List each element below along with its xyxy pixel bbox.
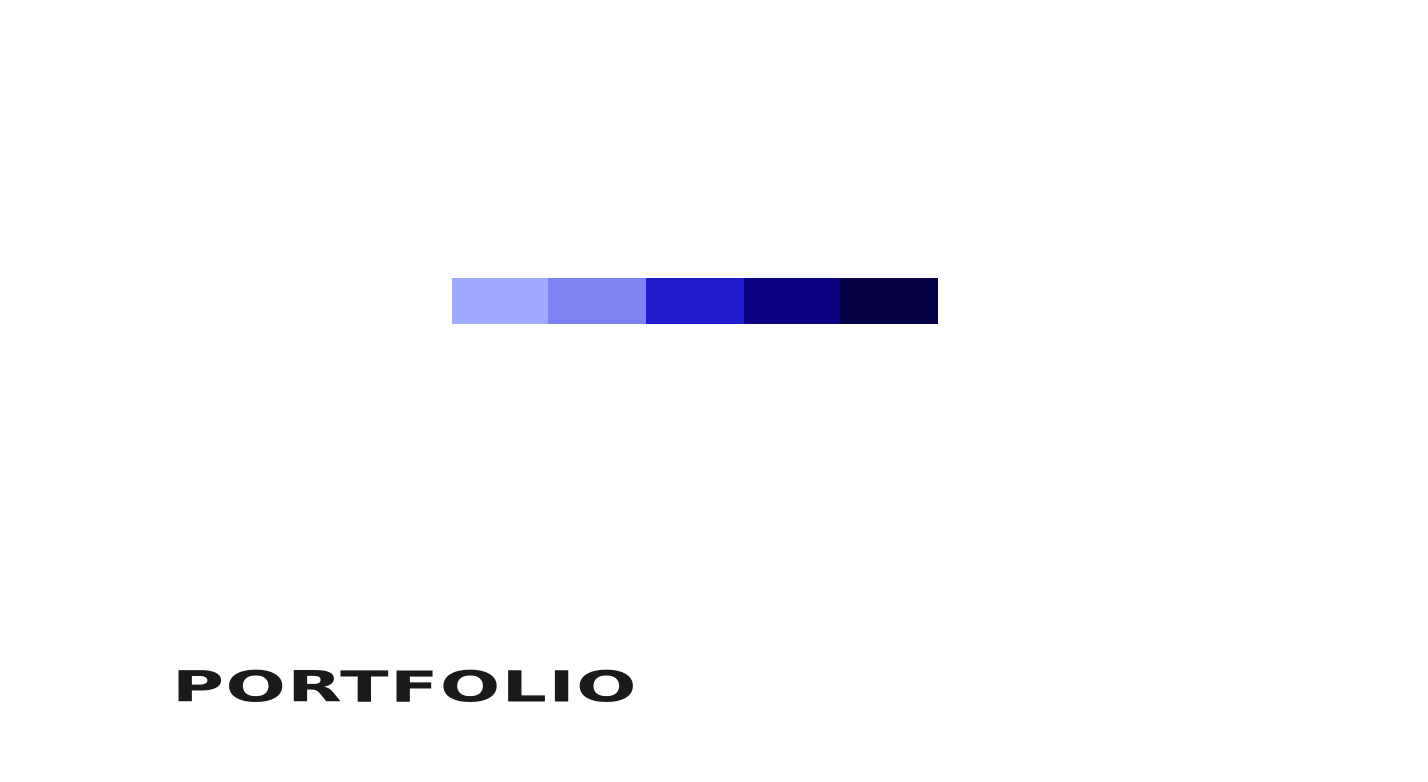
portfolio-page: PORTFOLIO: [0, 0, 1428, 782]
page-title-wrapper: PORTFOLIO: [172, 665, 772, 714]
color-palette-strip: [452, 278, 938, 324]
color-swatch-5: [840, 278, 938, 324]
page-title: PORTFOLIO: [172, 661, 638, 712]
color-swatch-1: [452, 278, 548, 324]
color-swatch-4: [744, 278, 840, 324]
color-swatch-3: [646, 278, 744, 324]
color-swatch-2: [548, 278, 646, 324]
